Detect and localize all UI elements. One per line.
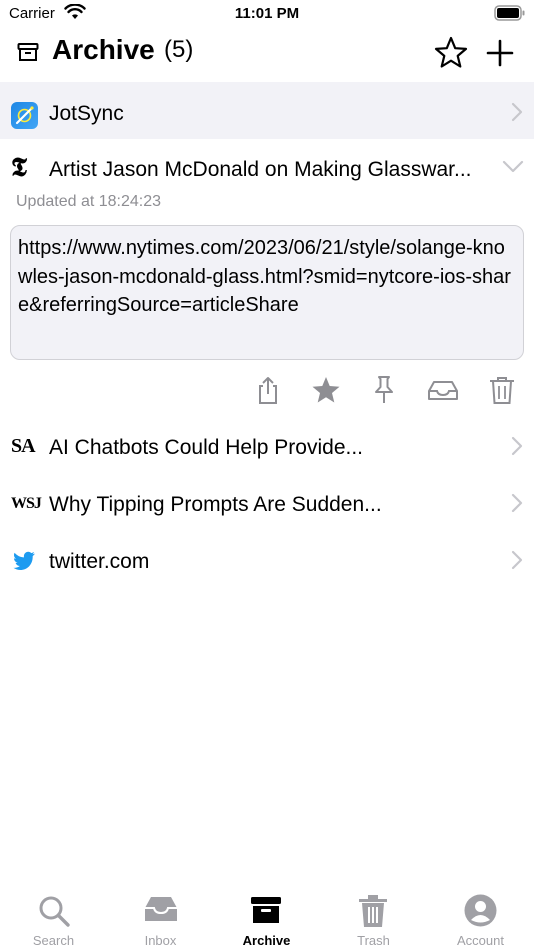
url-text[interactable]: https://www.nytimes.com/2023/06/21/style…	[10, 225, 524, 360]
item-title: Artist Jason McDonald on Making Glasswar…	[49, 158, 472, 181]
item-title: AI Chatbots Could Help Provide...	[49, 436, 363, 459]
page-title: Archive	[52, 34, 155, 65]
item-title: JotSync	[49, 102, 124, 125]
list-item-twitter[interactable]: twitter.com	[0, 534, 534, 590]
favorite-star-button[interactable]	[433, 35, 469, 71]
wsj-logo-icon: WSJ	[11, 495, 42, 512]
trash-icon	[359, 895, 387, 927]
nyt-logo-icon: 𝕿	[11, 153, 27, 182]
tab-archive[interactable]: Archive	[213, 890, 320, 950]
status-bar: Carrier 11:01 PM	[0, 0, 534, 30]
chevron-right-icon	[511, 493, 523, 513]
search-icon	[39, 896, 70, 927]
trash-icon[interactable]	[486, 374, 518, 406]
pin-icon[interactable]	[368, 374, 400, 406]
chevron-right-icon	[511, 102, 523, 122]
tab-trash[interactable]: Trash	[320, 890, 427, 950]
twitter-bird-icon	[13, 551, 35, 570]
add-button[interactable]	[484, 36, 516, 70]
tab-label: Archive	[242, 933, 291, 948]
share-icon[interactable]	[252, 374, 284, 406]
tab-account[interactable]: Account	[427, 890, 534, 950]
tab-label: Inbox	[144, 933, 177, 948]
inbox-tray-icon[interactable]	[426, 374, 460, 406]
chevron-right-icon	[511, 550, 523, 570]
list-item-wsj[interactable]: WSJ Why Tipping Prompts Are Sudden...	[0, 477, 534, 533]
inbox-icon	[145, 897, 177, 921]
jotsync-app-icon	[11, 102, 38, 129]
archive-box-icon	[17, 43, 39, 61]
chevron-down-icon[interactable]	[502, 160, 524, 174]
chevron-right-icon	[511, 436, 523, 456]
status-time: 11:01 PM	[234, 5, 300, 22]
pencil-icon	[15, 106, 34, 125]
item-title: Why Tipping Prompts Are Sudden...	[49, 493, 382, 516]
archive-icon	[251, 897, 281, 923]
tab-inbox[interactable]: Inbox	[107, 890, 214, 950]
tab-label: Account	[457, 933, 504, 948]
updated-timestamp: Updated at 18:24:23	[16, 193, 162, 210]
list-item-sa[interactable]: SA AI Chatbots Could Help Provide...	[0, 420, 534, 476]
tab-label: Search	[32, 933, 75, 948]
header: Archive (5)	[0, 30, 534, 80]
battery-icon	[494, 5, 525, 21]
star-icon[interactable]	[310, 374, 342, 406]
tab-search[interactable]: Search	[0, 890, 107, 950]
item-title: twitter.com	[49, 550, 150, 573]
tab-label: Trash	[357, 933, 390, 948]
scientific-american-logo-icon: SA	[11, 435, 36, 457]
account-icon	[464, 894, 497, 927]
item-count: (5)	[164, 36, 194, 63]
list-item-jotsync[interactable]: JotSync	[0, 82, 534, 139]
